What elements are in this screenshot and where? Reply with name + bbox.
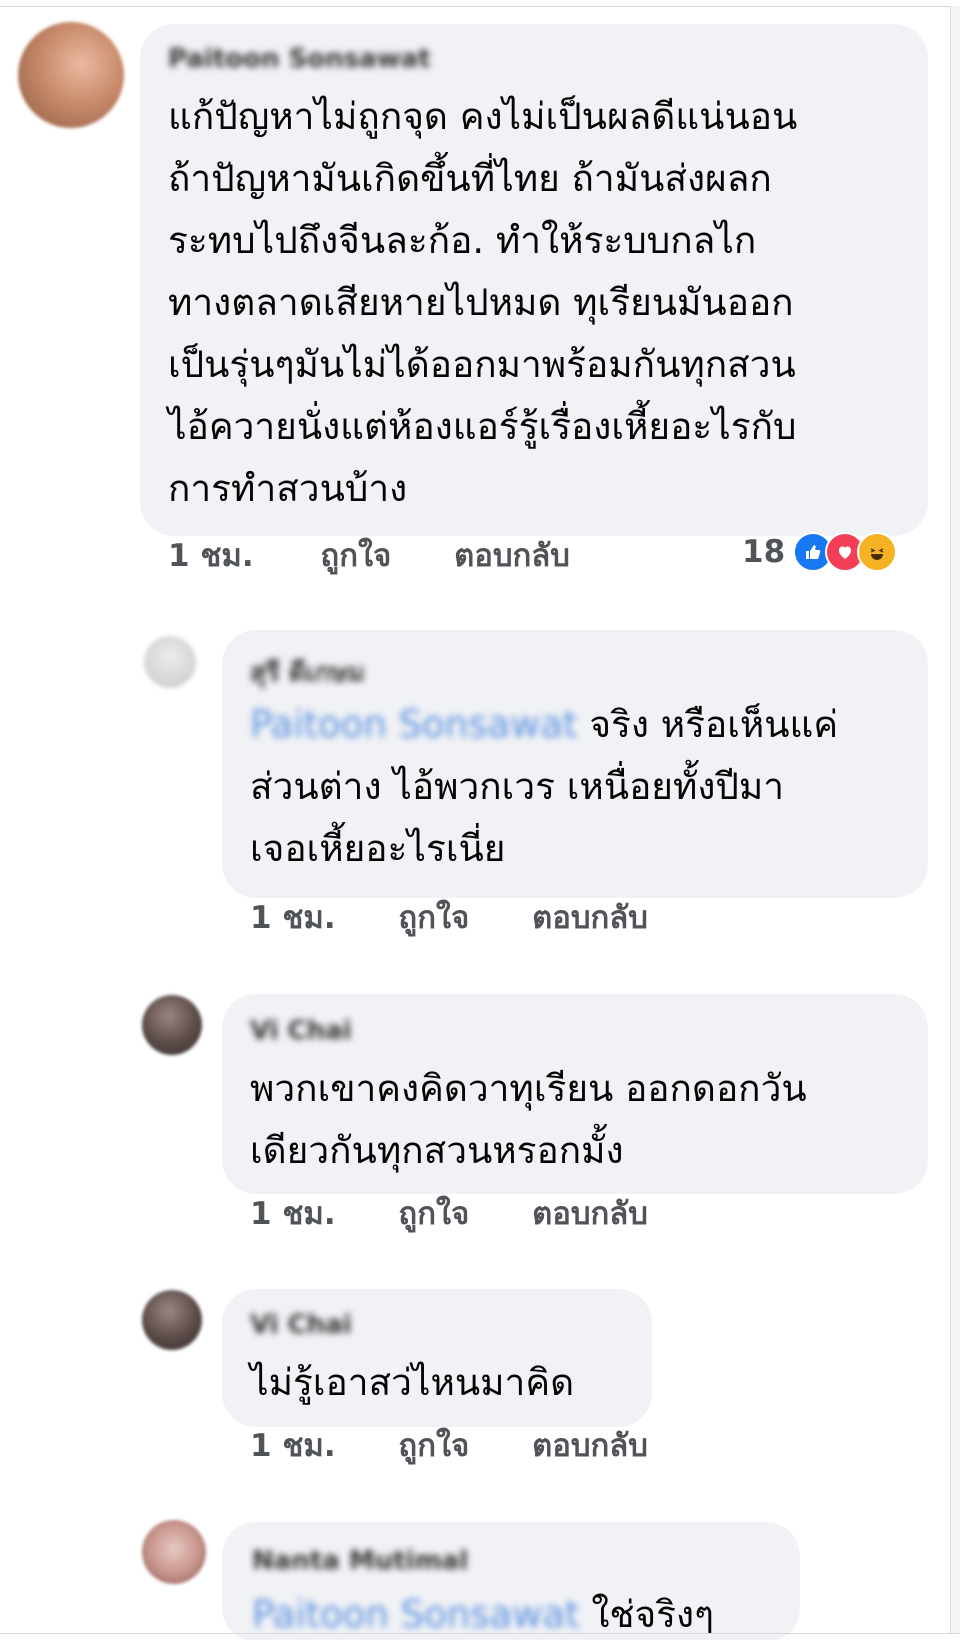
reply-button[interactable]: ตอบกลับ <box>532 1420 648 1470</box>
avatar[interactable] <box>142 1520 206 1584</box>
reply-button[interactable]: ตอบกลับ <box>454 530 570 580</box>
comment-author[interactable]: Vi Chai <box>250 1310 352 1340</box>
mention-link[interactable]: Paitoon Sonsawat <box>250 703 578 746</box>
top-divider <box>0 6 960 7</box>
comment-actions: 1 ชม. ถูกใจ ตอบกลับ <box>250 1188 648 1238</box>
comment-text-line-1: Paitoon Sonsawat จริง หรือเห็นแค่ <box>250 694 838 756</box>
like-button[interactable]: ถูกใจ <box>320 530 391 580</box>
comment-time[interactable]: 1 ชม. <box>250 1420 336 1470</box>
bottom-divider <box>0 1633 960 1634</box>
avatar[interactable] <box>18 22 124 128</box>
comment-time[interactable]: 1 ชม. <box>168 530 254 580</box>
reply-button[interactable]: ตอบกลับ <box>532 892 648 942</box>
comment-thread: Paitoon Sonsawat แก้ปัญหาไม่ถูกจุด คงไม่… <box>0 0 960 1640</box>
haha-icon <box>857 532 898 572</box>
reaction-count: 18 <box>742 534 786 570</box>
avatar[interactable] <box>142 1290 202 1350</box>
comment-text-after-mention: จริง หรือเห็นแค่ <box>577 703 839 746</box>
comment-author[interactable]: Nanta Mutimal <box>252 1546 468 1576</box>
reply-button[interactable]: ตอบกลับ <box>532 1188 648 1238</box>
mention-link[interactable]: Paitoon Sonsawat <box>252 1593 580 1636</box>
comment-author[interactable]: Paitoon Sonsawat <box>168 44 431 74</box>
comment-actions: 1 ชม. ถูกใจ ตอบกลับ <box>168 530 570 580</box>
avatar[interactable] <box>142 995 202 1055</box>
comment-time[interactable]: 1 ชม. <box>250 1188 336 1238</box>
comment-text: พวกเขาคงคิดวาทุเรียน ออกดอกวัน เดียวกันท… <box>250 1067 807 1172</box>
like-button[interactable]: ถูกใจ <box>398 1420 469 1470</box>
like-button[interactable]: ถูกใจ <box>398 1188 469 1238</box>
comment-text-after-mention: ใช่จริงๆ <box>579 1593 714 1636</box>
comment-actions: 1 ชม. ถูกใจ ตอบกลับ <box>250 1420 648 1470</box>
comment-actions: 1 ชม. ถูกใจ ตอบกลับ <box>250 892 648 942</box>
comment-author[interactable]: Vi Chai <box>250 1016 352 1046</box>
comment-text-line-1: Paitoon Sonsawat ใช่จริงๆ <box>252 1584 714 1640</box>
comment-time[interactable]: 1 ชม. <box>250 892 336 942</box>
reaction-summary[interactable]: 18 <box>742 530 898 574</box>
comment-text: ไม่รู้เอาสว่ไหนมาคิด <box>250 1361 575 1404</box>
avatar[interactable] <box>144 636 196 688</box>
comment-text: แก้ปัญหาไม่ถูกจุด คงไม่เป็นผลดีแน่นอน ถ้… <box>168 95 798 510</box>
scrollbar-track[interactable] <box>950 6 960 1634</box>
comment-text: ส่วนต่าง ไอ้พวกเวร เหนื่อยทั้งปีมา เจอเห… <box>250 765 785 870</box>
comment-author[interactable]: สุรี ดีเกษม <box>250 652 365 693</box>
like-button[interactable]: ถูกใจ <box>398 892 469 942</box>
